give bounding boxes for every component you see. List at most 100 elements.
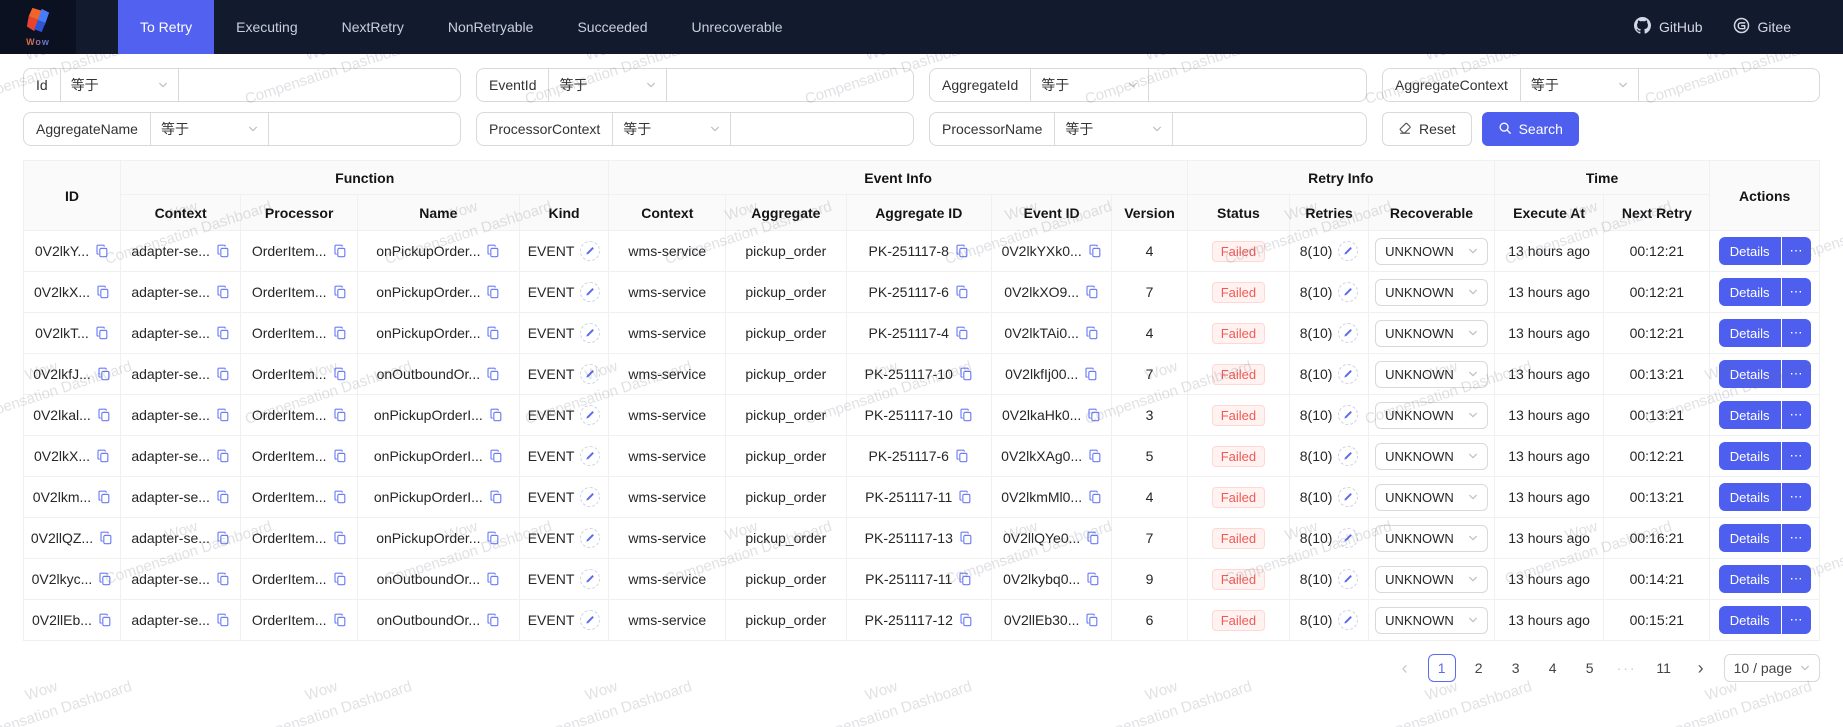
page-2[interactable]: 2 — [1465, 654, 1493, 682]
prev-page-icon[interactable]: ‹ — [1391, 654, 1419, 682]
copy-icon[interactable] — [216, 449, 230, 463]
copy-icon[interactable] — [216, 367, 230, 381]
recoverable-select[interactable]: UNKNOWN — [1375, 483, 1488, 511]
edit-icon[interactable] — [1338, 241, 1359, 261]
copy-icon[interactable] — [333, 490, 347, 504]
recoverable-select[interactable]: UNKNOWN — [1375, 319, 1488, 347]
copy-icon[interactable] — [959, 367, 973, 381]
operator-select[interactable]: 等于 — [613, 113, 732, 145]
operator-select[interactable]: 等于 — [1055, 113, 1174, 145]
page-4[interactable]: 4 — [1539, 654, 1567, 682]
more-actions-button[interactable]: ⋯ — [1781, 237, 1811, 265]
details-button[interactable]: Details — [1718, 483, 1781, 511]
copy-icon[interactable] — [333, 449, 347, 463]
recoverable-select[interactable]: UNKNOWN — [1375, 278, 1488, 306]
app-logo[interactable]: Wow — [0, 0, 76, 54]
operator-select[interactable]: 等于 — [549, 69, 668, 101]
details-button[interactable]: Details — [1718, 278, 1781, 306]
aggregateid-input[interactable] — [1149, 69, 1366, 101]
copy-icon[interactable] — [1088, 490, 1102, 504]
edit-icon[interactable] — [580, 569, 601, 589]
processorname-input[interactable] — [1173, 113, 1366, 145]
copy-icon[interactable] — [959, 531, 973, 545]
details-button[interactable]: Details — [1718, 360, 1781, 388]
recoverable-select[interactable]: UNKNOWN — [1375, 565, 1488, 593]
edit-icon[interactable] — [1338, 323, 1359, 343]
copy-icon[interactable] — [99, 531, 113, 545]
page-11[interactable]: 11 — [1650, 654, 1678, 682]
copy-icon[interactable] — [489, 449, 503, 463]
copy-icon[interactable] — [486, 285, 500, 299]
copy-icon[interactable] — [97, 408, 111, 422]
copy-icon[interactable] — [486, 531, 500, 545]
edit-icon[interactable] — [1338, 446, 1359, 466]
operator-select[interactable]: 等于 — [151, 113, 269, 145]
more-actions-button[interactable]: ⋯ — [1781, 524, 1811, 552]
copy-icon[interactable] — [216, 285, 230, 299]
copy-icon[interactable] — [333, 326, 347, 340]
aggregatecontext-input[interactable] — [1638, 69, 1819, 101]
tab-to-retry[interactable]: To Retry — [118, 0, 215, 54]
tab-unrecoverable[interactable]: Unrecoverable — [670, 0, 805, 54]
operator-select[interactable]: 等于 — [61, 69, 179, 101]
edit-icon[interactable] — [580, 487, 601, 507]
copy-icon[interactable] — [333, 367, 347, 381]
recoverable-select[interactable]: UNKNOWN — [1375, 606, 1488, 634]
page-1[interactable]: 1 — [1427, 654, 1456, 682]
eventid-input[interactable] — [667, 69, 913, 101]
copy-icon[interactable] — [958, 572, 972, 586]
more-actions-button[interactable]: ⋯ — [1781, 606, 1811, 634]
copy-icon[interactable] — [98, 572, 112, 586]
operator-select[interactable]: 等于 — [1521, 69, 1639, 101]
copy-icon[interactable] — [486, 613, 500, 627]
aggregatename-input[interactable] — [268, 113, 460, 145]
copy-icon[interactable] — [955, 244, 969, 258]
copy-icon[interactable] — [1086, 572, 1100, 586]
gitee-link[interactable]: Gitee — [1733, 17, 1791, 37]
edit-icon[interactable] — [580, 241, 601, 261]
details-button[interactable]: Details — [1718, 319, 1781, 347]
copy-icon[interactable] — [216, 326, 230, 340]
copy-icon[interactable] — [955, 449, 969, 463]
copy-icon[interactable] — [333, 244, 347, 258]
edit-icon[interactable] — [1338, 405, 1359, 425]
recoverable-select[interactable]: UNKNOWN — [1375, 360, 1488, 388]
search-button[interactable]: Search — [1481, 112, 1579, 146]
copy-icon[interactable] — [216, 244, 230, 258]
copy-icon[interactable] — [333, 408, 347, 422]
details-button[interactable]: Details — [1718, 401, 1781, 429]
edit-icon[interactable] — [1338, 528, 1359, 548]
copy-icon[interactable] — [333, 572, 347, 586]
copy-icon[interactable] — [96, 285, 110, 299]
edit-icon[interactable] — [580, 364, 601, 384]
copy-icon[interactable] — [98, 613, 112, 627]
details-button[interactable]: Details — [1718, 606, 1781, 634]
copy-icon[interactable] — [333, 531, 347, 545]
copy-icon[interactable] — [216, 531, 230, 545]
copy-icon[interactable] — [216, 613, 230, 627]
github-link[interactable]: GitHub — [1633, 17, 1703, 37]
more-actions-button[interactable]: ⋯ — [1781, 565, 1811, 593]
copy-icon[interactable] — [216, 572, 230, 586]
recoverable-select[interactable]: UNKNOWN — [1375, 237, 1488, 265]
copy-icon[interactable] — [333, 613, 347, 627]
copy-icon[interactable] — [489, 408, 503, 422]
copy-icon[interactable] — [955, 326, 969, 340]
operator-select[interactable]: 等于 — [1031, 69, 1150, 101]
copy-icon[interactable] — [97, 490, 111, 504]
copy-icon[interactable] — [955, 285, 969, 299]
copy-icon[interactable] — [96, 449, 110, 463]
copy-icon[interactable] — [958, 490, 972, 504]
copy-icon[interactable] — [1088, 449, 1102, 463]
details-button[interactable]: Details — [1718, 442, 1781, 470]
recoverable-select[interactable]: UNKNOWN — [1375, 442, 1488, 470]
copy-icon[interactable] — [1085, 613, 1099, 627]
reset-button[interactable]: Reset — [1382, 112, 1472, 146]
copy-icon[interactable] — [486, 244, 500, 258]
page-5[interactable]: 5 — [1576, 654, 1604, 682]
copy-icon[interactable] — [216, 408, 230, 422]
copy-icon[interactable] — [1086, 531, 1100, 545]
copy-icon[interactable] — [486, 326, 500, 340]
tab-nextretry[interactable]: NextRetry — [320, 0, 426, 54]
copy-icon[interactable] — [1087, 408, 1101, 422]
